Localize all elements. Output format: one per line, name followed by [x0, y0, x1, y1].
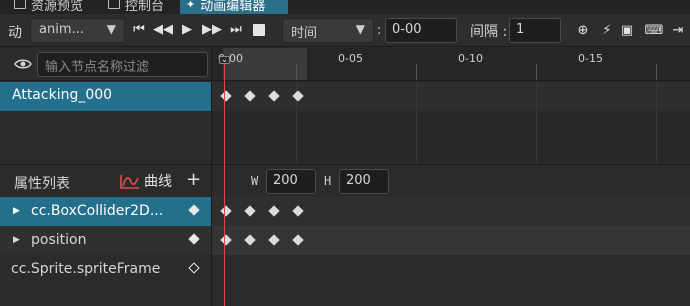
panel-divider[interactable] — [211, 48, 212, 306]
grid-line — [536, 82, 537, 163]
tab-label: 动画编辑器 — [200, 0, 266, 14]
time-mode-select[interactable]: 时间 ▼ — [282, 18, 374, 43]
keyframe-marker[interactable] — [292, 234, 304, 246]
current-time-input[interactable]: 0-00 — [385, 18, 457, 43]
keyframe-marker[interactable] — [244, 234, 256, 246]
property-row[interactable]: cc.Sprite.spriteFrame — [0, 255, 211, 284]
exit-icon[interactable]: ⇥ — [668, 22, 688, 40]
interval-label: 间隔 : — [470, 24, 508, 40]
property-track[interactable] — [211, 226, 690, 255]
property-name: position — [31, 232, 87, 248]
node-item-label: Attacking_000 — [12, 87, 113, 103]
node-filter-placeholder: 输入节点名称过滤 — [45, 60, 150, 75]
property-list-title: 属性列表 — [14, 176, 70, 192]
ruler-tick — [536, 64, 537, 80]
current-time-value: 0-00 — [392, 22, 422, 37]
ruler-tick — [416, 64, 417, 80]
tab-label: 控制台 — [125, 0, 165, 14]
timeline-ruler[interactable]: 0-00 0-05 0-10 0-15 — [211, 48, 690, 81]
property-track[interactable] — [211, 197, 690, 226]
save-icon[interactable]: ▣ — [617, 22, 637, 40]
property-row[interactable]: ▶ position — [0, 226, 211, 255]
next-frame-icon[interactable]: ▶▶ — [202, 22, 222, 38]
interval-value: 1 — [516, 22, 525, 37]
caret-down-icon: ▼ — [106, 22, 116, 36]
eye-icon[interactable] — [14, 57, 32, 71]
play-icon[interactable]: ▶ — [178, 22, 196, 38]
curve-icon — [120, 175, 139, 189]
preview-icon — [14, 0, 26, 9]
width-value: 200 — [273, 173, 298, 188]
curve-button[interactable]: 曲线 — [120, 171, 172, 191]
playhead-line — [224, 62, 225, 306]
curve-label: 曲线 — [144, 174, 172, 190]
height-value: 200 — [346, 173, 371, 188]
expand-triangle-icon[interactable]: ▶ — [13, 235, 20, 245]
add-event-icon[interactable]: ⊕ — [573, 22, 593, 40]
prev-frame-icon[interactable]: ◀◀ — [153, 22, 173, 38]
clip-select[interactable]: anim... ▼ — [30, 18, 125, 43]
ruler-tick-label: 0-15 — [578, 52, 603, 65]
width-label: W — [251, 174, 259, 188]
flash-icon[interactable]: ⚡ — [597, 22, 617, 40]
keyframe-diamond-icon[interactable] — [188, 262, 200, 274]
tab-label: 资源预览 — [31, 0, 84, 14]
node-list-empty — [0, 111, 211, 163]
node-filter-input[interactable]: 输入节点名称过滤 — [37, 52, 208, 77]
ruler-tick-label: 0-10 — [458, 52, 483, 65]
tab-assets-preview[interactable]: 资源预览 — [8, 0, 89, 14]
height-input[interactable]: 200 — [339, 169, 389, 194]
property-name: cc.BoxCollider2D... — [31, 203, 164, 219]
keyframe-marker[interactable] — [268, 205, 280, 217]
toolbar-label: 动 — [8, 25, 22, 41]
add-property-button[interactable]: + — [186, 169, 201, 190]
keyframe-marker[interactable] — [220, 205, 232, 217]
animation-icon: ✦ — [186, 0, 196, 11]
stop-icon[interactable] — [253, 24, 265, 36]
jump-first-frame-icon[interactable]: ⏮ — [130, 22, 148, 38]
keyframe-marker[interactable] — [244, 205, 256, 217]
keyframe-marker[interactable] — [268, 234, 280, 246]
keyframe-diamond-icon[interactable] — [188, 233, 200, 245]
keyframe-diamond-icon[interactable] — [188, 204, 200, 216]
jump-last-frame-icon[interactable]: ⏭ — [227, 22, 245, 38]
interval-input[interactable]: 1 — [509, 18, 561, 43]
width-input[interactable]: 200 — [266, 169, 316, 194]
property-list-header: 属性列表 曲线 + — [0, 164, 211, 197]
console-icon — [108, 0, 120, 9]
height-label: H — [324, 174, 332, 188]
tab-bar: 资源预览 控制台 ✦ 动画编辑器 — [0, 0, 690, 14]
keyboard-icon[interactable]: ⌨ — [643, 22, 665, 40]
keyframe-marker[interactable] — [220, 234, 232, 246]
ruler-tick — [296, 64, 297, 80]
size-bar: W 200 H 200 — [211, 164, 690, 197]
expand-triangle-icon[interactable]: ▶ — [13, 206, 20, 216]
node-track-area[interactable] — [211, 82, 690, 163]
grid-line — [416, 82, 417, 163]
tab-animation-editor[interactable]: ✦ 动画编辑器 — [180, 0, 288, 14]
property-row[interactable]: ▶ cc.BoxCollider2D... — [0, 197, 211, 226]
animation-toolbar: 动 anim... ▼ ⏮ ◀◀ ▶ ▶▶ ⏭ 时间 ▼ : 0-00 间隔 :… — [0, 14, 690, 47]
grid-line — [656, 82, 657, 163]
ruler-tick — [656, 64, 657, 80]
keyframe-marker[interactable] — [292, 205, 304, 217]
tab-console[interactable]: 控制台 — [102, 0, 170, 14]
ruler-tick-label: 0-05 — [338, 52, 363, 65]
property-track[interactable] — [211, 255, 690, 306]
node-filter-bar: 输入节点名称过滤 — [0, 48, 211, 81]
property-name: cc.Sprite.spriteFrame — [11, 261, 161, 277]
playhead-handle[interactable]: ⌄ — [219, 56, 230, 65]
node-track-row[interactable] — [211, 82, 690, 111]
colon-separator: : — [377, 23, 382, 38]
caret-down-icon: ▼ — [355, 22, 365, 36]
clip-select-value: anim... — [39, 22, 84, 37]
node-item[interactable]: Attacking_000 — [0, 82, 211, 111]
time-mode-value: 时间 — [291, 26, 318, 41]
